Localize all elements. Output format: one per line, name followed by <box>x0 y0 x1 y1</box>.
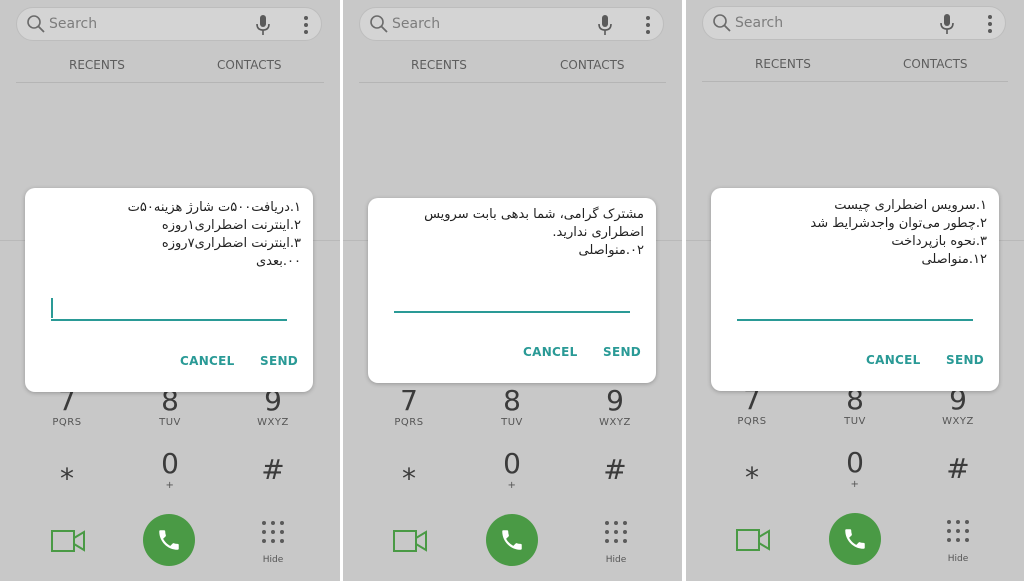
video-call-icon[interactable] <box>393 529 427 553</box>
search-icon <box>27 15 45 33</box>
call-button[interactable] <box>829 513 881 565</box>
key-star[interactable]: ⁎ <box>37 456 97 484</box>
key-8[interactable]: 8 TUV <box>482 387 542 429</box>
search-bar[interactable]: Search <box>359 7 664 41</box>
screen-2: Search RECENTS CONTACTS 7 PQRS 8 TUV 9 WXYZ… <box>343 0 682 581</box>
message-line: ۲.چطور می‌توان واجدشرایط شد <box>810 216 987 231</box>
more-options-icon[interactable] <box>645 15 651 35</box>
tab-recents[interactable]: RECENTS <box>411 58 467 72</box>
tab-divider <box>359 82 666 83</box>
key-8[interactable]: 8 TUV <box>825 386 885 428</box>
message-line: مشترک گرامی، شما بدهی بابت سرویس <box>424 207 644 222</box>
tab-contacts[interactable]: CONTACTS <box>560 58 625 72</box>
ussd-message: مشترک گرامی، شما بدهی بابت سرویس اضطراری… <box>424 206 644 260</box>
send-button[interactable]: SEND <box>946 353 984 367</box>
message-line: ۲.اینترنت اضطراری۱روزه <box>161 218 301 233</box>
screen-3: Search RECENTS CONTACTS 7 PQRS 8 TUV 9 WXYZ… <box>686 0 1024 581</box>
tab-divider <box>16 82 324 83</box>
key-hash[interactable]: # <box>243 456 303 484</box>
ussd-dialog: مشترک گرامی، شما بدهی بابت سرویس اضطراری… <box>368 198 656 383</box>
reply-input[interactable] <box>394 311 630 313</box>
mic-icon[interactable] <box>253 14 273 36</box>
phone-icon <box>502 530 522 550</box>
keypad-hide-icon[interactable] <box>604 520 628 544</box>
cancel-button[interactable]: CANCEL <box>180 354 235 368</box>
tab-contacts[interactable]: CONTACTS <box>217 58 282 72</box>
key-star[interactable]: ⁎ <box>722 455 782 483</box>
message-line: ۱.دریافت۵۰۰ت شارژ هزینه۵۰ت <box>127 200 301 215</box>
keypad-hide-icon[interactable] <box>946 519 970 543</box>
call-button[interactable] <box>143 514 195 566</box>
text-cursor <box>51 298 53 318</box>
screen-1: Search RECENTS CONTACTS 7 PQRS 8 TUV 9 WXYZ… <box>0 0 340 581</box>
tab-divider <box>702 81 1008 82</box>
phone-icon <box>845 529 865 549</box>
key-0[interactable]: 0 + <box>140 450 200 492</box>
search-placeholder: Search <box>735 15 784 31</box>
key-9[interactable]: 9 WXYZ <box>928 386 988 428</box>
tab-recents[interactable]: RECENTS <box>755 57 811 71</box>
key-7[interactable]: 7 PQRS <box>722 386 782 428</box>
ussd-dialog: ۱.سرویس اضطراری چیست ۲.چطور می‌توان واجد… <box>711 188 999 391</box>
key-8[interactable]: 8 TUV <box>140 387 200 429</box>
video-call-icon[interactable] <box>736 528 770 552</box>
tab-recents[interactable]: RECENTS <box>69 58 125 72</box>
cancel-button[interactable]: CANCEL <box>523 345 578 359</box>
message-line: ۱۲.منواصلی <box>921 252 988 267</box>
video-call-icon[interactable] <box>51 529 85 553</box>
more-options-icon[interactable] <box>987 14 993 34</box>
message-line: ۰۰.بعدی <box>256 254 301 269</box>
send-button[interactable]: SEND <box>603 345 641 359</box>
key-0[interactable]: 0 + <box>825 449 885 491</box>
more-options-icon[interactable] <box>303 15 309 35</box>
message-line: ۰۲.منواصلی <box>578 243 645 258</box>
message-line: ۳.اینترنت اضطراری۷روزه <box>161 236 301 251</box>
search-placeholder: Search <box>49 16 98 32</box>
message-line: اضطراری ندارید. <box>552 225 644 240</box>
key-9[interactable]: 9 WXYZ <box>585 387 645 429</box>
cancel-button[interactable]: CANCEL <box>866 353 921 367</box>
search-bar[interactable]: Search <box>16 7 322 41</box>
mic-icon[interactable] <box>937 13 957 35</box>
key-7[interactable]: 7 PQRS <box>379 387 439 429</box>
keypad-hide-icon[interactable] <box>261 520 285 544</box>
phone-icon <box>159 530 179 550</box>
ussd-message: ۱.دریافت۵۰۰ت شارژ هزینه۵۰ت ۲.اینترنت اضط… <box>128 199 301 271</box>
call-button[interactable] <box>486 514 538 566</box>
key-hash[interactable]: # <box>928 455 988 483</box>
key-0[interactable]: 0 + <box>482 450 542 492</box>
ussd-message: ۱.سرویس اضطراری چیست ۲.چطور می‌توان واجد… <box>810 197 987 269</box>
tab-contacts[interactable]: CONTACTS <box>903 57 968 71</box>
mic-icon[interactable] <box>595 14 615 36</box>
message-line: ۱.سرویس اضطراری چیست <box>834 198 987 213</box>
search-placeholder: Search <box>392 16 441 32</box>
send-button[interactable]: SEND <box>260 354 298 368</box>
hide-label: Hide <box>605 555 627 565</box>
search-icon <box>713 14 731 32</box>
key-9[interactable]: 9 WXYZ <box>243 387 303 429</box>
reply-input[interactable] <box>51 319 287 321</box>
search-icon <box>370 15 388 33</box>
ussd-dialog: ۱.دریافت۵۰۰ت شارژ هزینه۵۰ت ۲.اینترنت اضط… <box>25 188 313 392</box>
reply-input[interactable] <box>737 319 973 321</box>
key-hash[interactable]: # <box>585 456 645 484</box>
hide-label: Hide <box>262 555 284 565</box>
message-line: ۳.نحوه بازپرداخت <box>891 234 987 249</box>
key-7[interactable]: 7 PQRS <box>37 387 97 429</box>
search-bar[interactable]: Search <box>702 6 1006 40</box>
key-star[interactable]: ⁎ <box>379 456 439 484</box>
hide-label: Hide <box>947 554 969 564</box>
